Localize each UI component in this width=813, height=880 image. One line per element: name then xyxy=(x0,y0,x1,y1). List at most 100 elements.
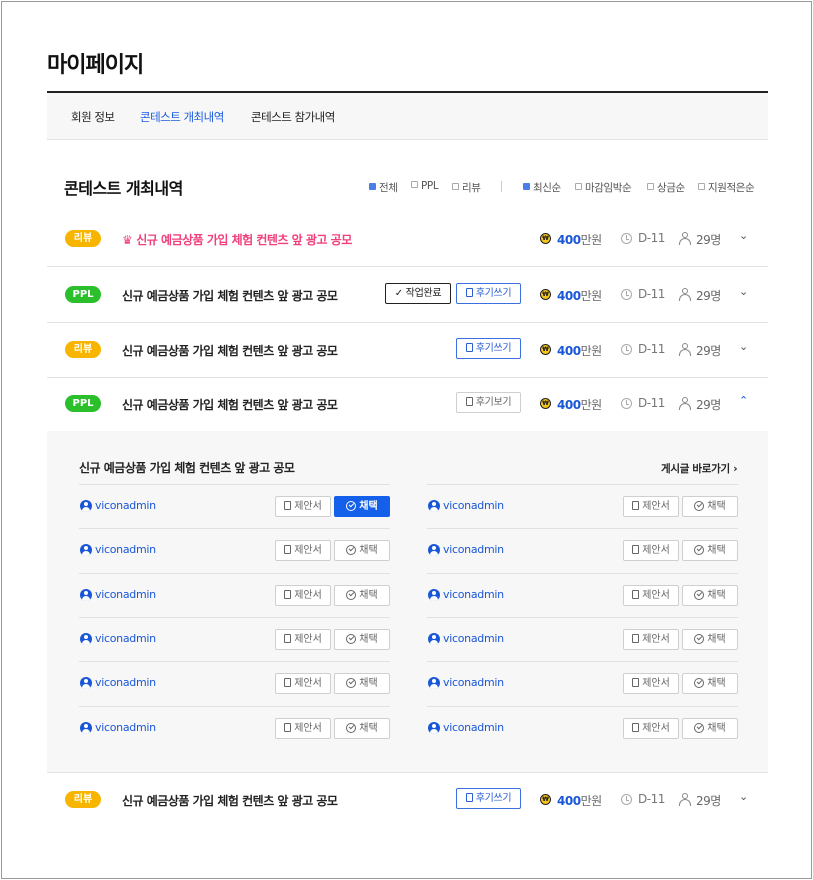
proposer-username[interactable]: viconadmin xyxy=(443,721,504,734)
contest-row[interactable]: PPL 신규 예금상품 가입 체험 컨텐츠 앞 광고 공모 후기보기 ₩ 400… xyxy=(47,376,768,432)
user-avatar-icon xyxy=(428,722,440,734)
proposer-username[interactable]: viconadmin xyxy=(95,543,156,556)
proposer-username[interactable]: viconadmin xyxy=(443,676,504,689)
proposer-username[interactable]: viconadmin xyxy=(443,499,504,512)
proposer-username[interactable]: viconadmin xyxy=(443,543,504,556)
adopt-button[interactable]: 채택 xyxy=(682,673,738,694)
chevron-down-icon[interactable]: ⌄ xyxy=(739,229,748,242)
proposal-button[interactable]: 제안서 xyxy=(275,629,331,650)
tab-hosted-contests[interactable]: 콘테스트 개최내역 xyxy=(140,109,224,125)
user-avatar-icon xyxy=(428,589,440,601)
view-review-button[interactable]: 후기보기 xyxy=(456,392,521,413)
proposal-button[interactable]: 제안서 xyxy=(275,718,331,739)
proposer-username[interactable]: viconadmin xyxy=(95,632,156,645)
proposal-button[interactable]: 제안서 xyxy=(623,585,679,606)
clock-icon xyxy=(621,794,632,805)
proposal-button[interactable]: 제안서 xyxy=(623,718,679,739)
person-icon xyxy=(679,397,691,410)
adopt-button[interactable]: 채택 xyxy=(334,496,390,517)
chevron-down-icon[interactable]: ⌄ xyxy=(739,790,748,803)
sort-prize[interactable]: 상금순 xyxy=(647,180,685,195)
proposer-username[interactable]: viconadmin xyxy=(95,721,156,734)
adopt-button[interactable]: 채택 xyxy=(334,629,390,650)
contest-title[interactable]: 신규 예금상품 가입 체험 컨텐츠 앞 광고 공모 xyxy=(122,342,338,359)
proposal-item: viconadmin 제안서 채택 xyxy=(79,661,419,694)
contest-title[interactable]: ♛ 신규 예금상품 가입 체험 컨텐츠 앞 광고 공모 xyxy=(122,231,352,248)
adopt-button[interactable]: 채택 xyxy=(682,629,738,650)
sort-latest[interactable]: 최신순 xyxy=(523,180,561,195)
write-review-button[interactable]: 후기쓰기 xyxy=(456,283,521,304)
divider xyxy=(427,661,738,662)
adopt-button[interactable]: 채택 xyxy=(334,718,390,739)
document-icon xyxy=(284,678,292,687)
clock-icon xyxy=(621,289,632,300)
divider xyxy=(427,528,738,529)
proposal-button[interactable]: 제안서 xyxy=(623,629,679,650)
tab-member-info[interactable]: 회원 정보 xyxy=(71,109,115,125)
person-icon xyxy=(679,288,691,301)
check-circle-icon xyxy=(694,634,705,644)
adopt-button[interactable]: 채택 xyxy=(682,585,738,606)
crown-icon: ♛ xyxy=(122,233,133,247)
person-icon xyxy=(679,343,691,356)
divider xyxy=(79,617,390,618)
proposal-button[interactable]: 제안서 xyxy=(623,673,679,694)
check-circle-icon xyxy=(346,723,357,733)
chevron-down-icon[interactable]: ⌄ xyxy=(739,285,748,298)
write-review-button[interactable]: 후기쓰기 xyxy=(456,788,521,809)
filter-review[interactable]: 리뷰 xyxy=(452,180,481,195)
checkbox-icon xyxy=(647,183,654,190)
applicant-count: 29명 xyxy=(696,344,721,358)
divider xyxy=(427,573,738,574)
document-icon xyxy=(284,723,292,732)
proposer-username[interactable]: viconadmin xyxy=(443,632,504,645)
tab-joined-contests[interactable]: 콘테스트 참가내역 xyxy=(251,109,335,125)
adopt-button[interactable]: 채택 xyxy=(682,540,738,561)
adopt-button[interactable]: 채택 xyxy=(682,496,738,517)
proposer-username[interactable]: viconadmin xyxy=(443,588,504,601)
prize-amount: 400만원 xyxy=(557,398,602,412)
prize-amount: 400만원 xyxy=(557,289,602,303)
chevron-up-icon[interactable]: ⌃ xyxy=(739,394,748,407)
applicant-count: 29명 xyxy=(696,398,721,412)
contest-row[interactable]: 리뷰 신규 예금상품 가입 체험 컨텐츠 앞 광고 공모 후기쓰기 ₩ 400만… xyxy=(47,772,768,828)
divider xyxy=(427,706,738,707)
contest-row[interactable]: 리뷰 ♛ 신규 예금상품 가입 체험 컨텐츠 앞 광고 공모 ₩ 400만원 D-… xyxy=(47,211,768,267)
contest-title[interactable]: 신규 예금상품 가입 체험 컨텐츠 앞 광고 공모 xyxy=(122,396,338,413)
chevron-down-icon[interactable]: ⌄ xyxy=(739,340,748,353)
page-title: 마이페이지 xyxy=(47,53,144,78)
proposal-button[interactable]: 제안서 xyxy=(275,585,331,606)
proposal-button[interactable]: 제안서 xyxy=(623,496,679,517)
proposal-item: viconadmin 제안서 채택 xyxy=(79,573,419,606)
adopt-button[interactable]: 채택 xyxy=(334,585,390,606)
proposer-username[interactable]: viconadmin xyxy=(95,588,156,601)
contest-title[interactable]: 신규 예금상품 가입 체험 컨텐츠 앞 광고 공모 xyxy=(122,792,338,809)
applicant-count: 29명 xyxy=(696,794,721,808)
check-circle-icon xyxy=(694,678,705,688)
applicant-count: 29명 xyxy=(696,289,721,303)
user-avatar-icon xyxy=(80,500,92,512)
document-icon xyxy=(284,590,292,599)
proposal-button[interactable]: 제안서 xyxy=(623,540,679,561)
proposer-username[interactable]: viconadmin xyxy=(95,499,156,512)
contest-title[interactable]: 신규 예금상품 가입 체험 컨텐츠 앞 광고 공모 xyxy=(122,287,338,304)
filter-all[interactable]: 전체 xyxy=(369,180,398,195)
sort-fewest-applicants[interactable]: 지원적은순 xyxy=(698,180,755,195)
go-to-post-link[interactable]: 게시글 바로가기 › xyxy=(661,461,738,476)
write-review-button[interactable]: 후기쓰기 xyxy=(456,338,521,359)
user-avatar-icon xyxy=(80,589,92,601)
filter-ppl[interactable]: PPL xyxy=(411,180,439,192)
proposal-button[interactable]: 제안서 xyxy=(275,496,331,517)
type-badge: 리뷰 xyxy=(65,341,101,358)
adopt-button[interactable]: 채택 xyxy=(334,540,390,561)
contest-row[interactable]: 리뷰 신규 예금상품 가입 체험 컨텐츠 앞 광고 공모 후기쓰기 ₩ 400만… xyxy=(47,322,768,378)
adopt-button[interactable]: 채택 xyxy=(334,673,390,694)
work-done-button[interactable]: ✓ 작업완료 xyxy=(385,283,451,304)
proposal-button[interactable]: 제안서 xyxy=(275,540,331,561)
adopt-button[interactable]: 채택 xyxy=(682,718,738,739)
user-avatar-icon xyxy=(80,633,92,645)
contest-row[interactable]: PPL 신규 예금상품 가입 체험 컨텐츠 앞 광고 공모 ✓ 작업완료 후기쓰… xyxy=(47,267,768,323)
proposer-username[interactable]: viconadmin xyxy=(95,676,156,689)
proposal-button[interactable]: 제안서 xyxy=(275,673,331,694)
sort-deadline[interactable]: 마감임박순 xyxy=(575,180,632,195)
